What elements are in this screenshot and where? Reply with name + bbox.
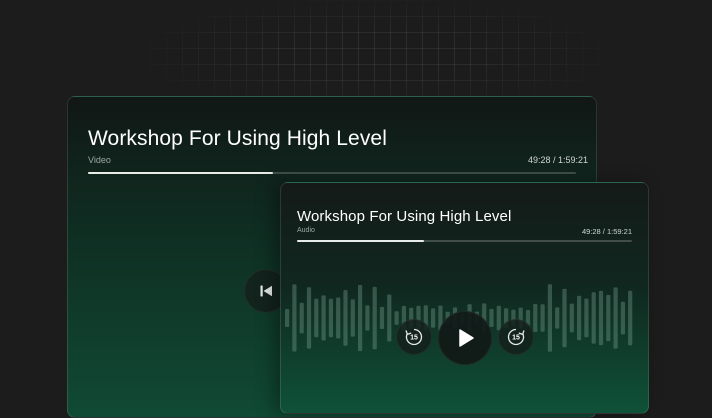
waveform-bar	[314, 298, 319, 338]
play-button[interactable]	[438, 311, 492, 365]
waveform-bar	[584, 298, 589, 338]
audio-progress-fill	[297, 240, 425, 242]
waveform-bar	[292, 284, 297, 352]
video-title: Workshop For Using High Level	[88, 127, 387, 150]
rewind-15-icon: 15	[405, 328, 423, 346]
forward-seconds-label: 15	[512, 335, 520, 342]
waveform-bar	[613, 287, 618, 349]
waveform-bar	[343, 290, 348, 346]
waveform-bar	[431, 308, 436, 328]
waveform-bar	[358, 285, 363, 352]
waveform-bar	[547, 284, 552, 352]
waveform-bar	[489, 308, 494, 327]
video-progress-bar[interactable]	[88, 172, 576, 174]
forward-15-icon: 15	[507, 328, 525, 346]
waveform-bar	[336, 297, 341, 339]
waveform-bar	[350, 299, 355, 337]
audio-progress-bar[interactable]	[297, 240, 632, 242]
waveform-bar	[328, 298, 333, 338]
waveform-bar	[387, 294, 392, 342]
forward-15-button[interactable]: 15	[498, 319, 534, 355]
video-progress-fill	[88, 172, 274, 174]
waveform-bar	[577, 295, 582, 341]
play-icon	[459, 329, 474, 347]
video-time-readout: 49:28 / 1:59:21	[527, 155, 588, 165]
waveform-bar	[379, 306, 385, 329]
waveform-bar	[321, 295, 326, 341]
waveform-bar	[365, 305, 370, 331]
waveform-bar	[533, 304, 538, 332]
skip-previous-icon	[260, 285, 272, 297]
waveform-bar	[628, 290, 633, 346]
rewind-15-button[interactable]: 15	[396, 319, 432, 355]
waveform-bar	[606, 294, 611, 342]
rewind-seconds-label: 15	[410, 335, 418, 342]
waveform-bar	[569, 303, 574, 333]
waveform-bar	[591, 292, 596, 344]
audio-player-card: Workshop For Using High Level Audio 49:2…	[280, 182, 649, 414]
waveform-bar	[598, 290, 604, 346]
waveform-bar	[540, 304, 545, 332]
waveform-bar	[562, 288, 567, 348]
audio-time-readout: 49:28 / 1:59:21	[581, 227, 632, 236]
audio-kind-label: Audio	[297, 227, 315, 234]
waveform-bar	[394, 311, 399, 325]
waveform-bar	[299, 302, 304, 334]
grid-background	[150, 0, 600, 110]
video-kind-label: Video	[88, 155, 111, 165]
waveform-bar	[555, 307, 560, 329]
waveform-bar	[620, 301, 625, 335]
waveform-bar	[372, 286, 377, 350]
audio-title: Workshop For Using High Level	[297, 208, 512, 225]
waveform-bar	[306, 287, 312, 349]
waveform-bar	[285, 309, 290, 327]
